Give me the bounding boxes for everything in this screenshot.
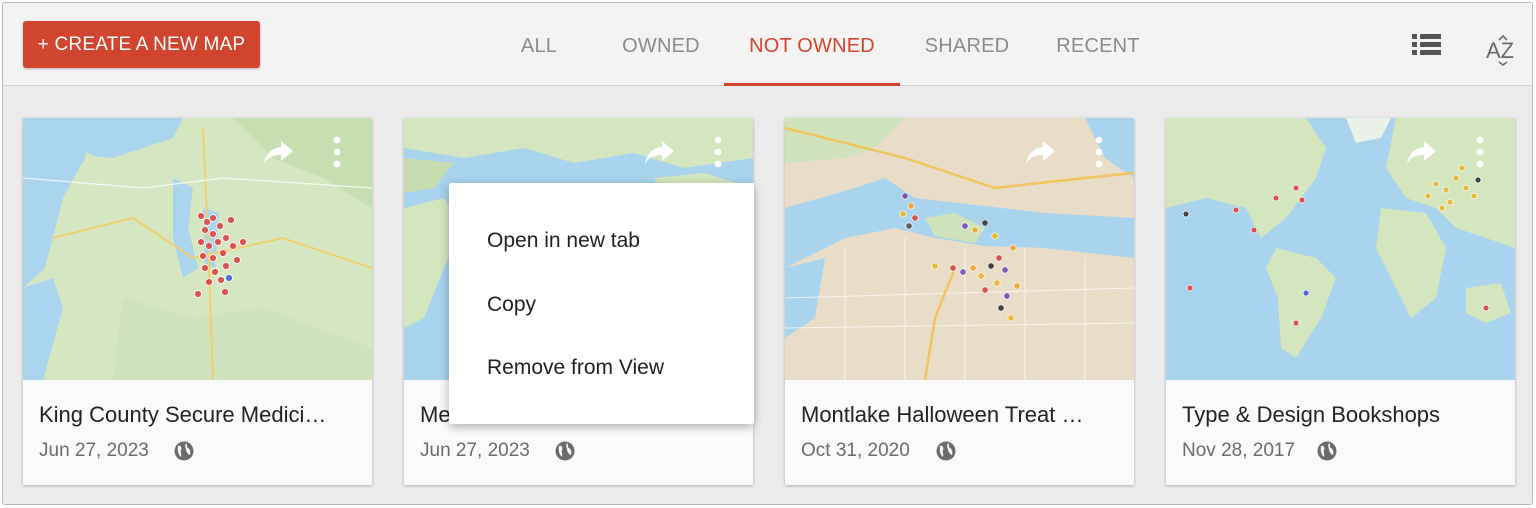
menu-item-remove-from-view[interactable]: Remove from View	[487, 356, 664, 380]
menu-item-open-new-tab[interactable]: Open in new tab	[487, 229, 640, 253]
toolbar: + CREATE A NEW MAP ALL OWNED NOT OWNED S…	[3, 3, 1532, 86]
app-window: + CREATE A NEW MAP ALL OWNED NOT OWNED S…	[2, 2, 1533, 505]
share-icon[interactable]	[263, 138, 295, 166]
globe-icon	[555, 441, 575, 461]
map-date: Nov 28, 2017	[1182, 440, 1296, 461]
card-context-menu: Open in new tab Copy Remove from View	[449, 183, 754, 424]
menu-item-copy[interactable]: Copy	[487, 293, 536, 317]
list-view-icon[interactable]	[1412, 33, 1442, 57]
share-icon[interactable]	[644, 138, 676, 166]
globe-icon	[936, 441, 956, 461]
map-title[interactable]: Montlake Halloween Treat …	[801, 402, 1121, 428]
tab-recent[interactable]: RECENT	[1039, 3, 1157, 86]
map-date: Oct 31, 2020	[801, 440, 910, 461]
more-options-icon[interactable]	[1472, 134, 1488, 170]
map-card[interactable]: King County Secure Medici… Jun 27, 2023	[23, 118, 372, 485]
map-card[interactable]: Type & Design Bookshops Nov 28, 2017	[1166, 118, 1515, 485]
map-date: Jun 27, 2023	[39, 440, 149, 461]
more-options-icon[interactable]	[1091, 134, 1107, 170]
map-thumbnail[interactable]	[785, 118, 1134, 380]
map-thumbnail[interactable]	[23, 118, 372, 380]
tab-shared[interactable]: SHARED	[908, 3, 1026, 86]
tab-all[interactable]: ALL	[503, 3, 575, 86]
create-map-button[interactable]: + CREATE A NEW MAP	[23, 21, 260, 68]
share-icon[interactable]	[1406, 138, 1438, 166]
globe-icon	[174, 441, 194, 461]
map-title[interactable]: Type & Design Bookshops	[1182, 402, 1502, 428]
more-options-icon[interactable]	[329, 134, 345, 170]
globe-icon	[1317, 441, 1337, 461]
map-date: Jun 27, 2023	[420, 440, 530, 461]
more-options-icon[interactable]	[710, 134, 726, 170]
tab-not-owned[interactable]: NOT OWNED	[724, 3, 900, 86]
sort-az-icon[interactable]: AZ	[1483, 33, 1519, 67]
tab-owned[interactable]: OWNED	[605, 3, 717, 86]
map-card[interactable]: Montlake Halloween Treat … Oct 31, 2020	[785, 118, 1134, 485]
share-icon[interactable]	[1025, 138, 1057, 166]
sort-az-label: AZ	[1486, 38, 1514, 63]
map-thumbnail[interactable]	[1166, 118, 1515, 380]
map-title[interactable]: King County Secure Medici…	[39, 402, 359, 428]
